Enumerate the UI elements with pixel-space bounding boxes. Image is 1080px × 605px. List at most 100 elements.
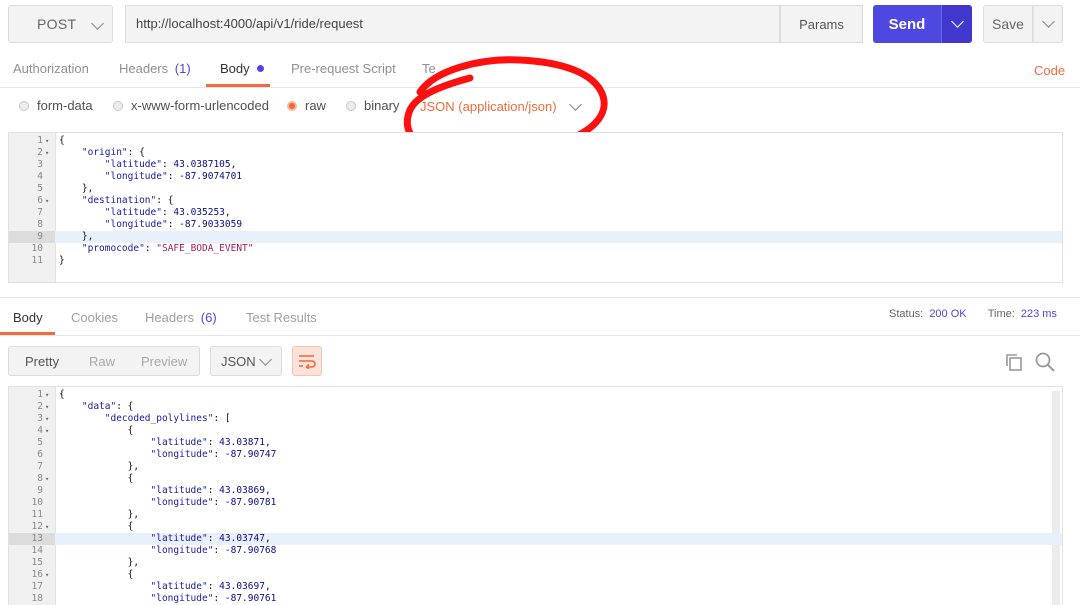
fold-caret-icon[interactable]: ▾ xyxy=(45,521,49,533)
line-number: 13 xyxy=(9,533,55,545)
code-text: { xyxy=(59,425,134,436)
line-number: 7 xyxy=(37,461,43,472)
radio-form-data[interactable]: form-data xyxy=(19,98,93,113)
fold-caret-icon[interactable]: ▾ xyxy=(45,135,49,147)
line-number: 15 xyxy=(31,557,43,568)
tab-test-results[interactable]: Test Results xyxy=(246,310,317,325)
code-line: 4 "longitude": -87.9074701 xyxy=(9,171,1062,183)
code-text: "destination": { xyxy=(81,195,174,206)
code-line: 2 ▾ "origin": { xyxy=(9,147,1062,159)
code-text: "decoded_polylines": [ xyxy=(104,413,231,424)
send-options-button[interactable] xyxy=(941,5,972,43)
line-number: 9 xyxy=(9,231,55,243)
search-icon[interactable] xyxy=(1034,351,1056,373)
code-line: 6 ▾ "destination": { xyxy=(9,195,1062,207)
params-label: Params xyxy=(799,16,844,32)
code-text: { xyxy=(59,135,65,146)
code-text: "longitude": -87.9033059 xyxy=(104,219,243,230)
time-value: 223 ms xyxy=(1020,308,1057,320)
url-input[interactable]: http://localhost:4000/api/v1/ride/reques… xyxy=(125,5,780,43)
method-select[interactable]: POST xyxy=(8,5,113,43)
line-number: 17 xyxy=(31,581,43,592)
code-text: "data": { xyxy=(81,401,134,412)
fold-caret-icon[interactable]: ▾ xyxy=(45,473,49,485)
radio-urlencoded[interactable]: x-www-form-urlencoded xyxy=(113,98,269,113)
code-line: 7 "latitude": 43.035253, xyxy=(9,207,1062,219)
line-number: 3 xyxy=(37,413,43,424)
line-number: 7 xyxy=(37,207,43,218)
code-line: 13 "latitude": 43.03747, xyxy=(9,533,1062,545)
code-line: 3 ▾ "decoded_polylines": [ xyxy=(9,413,1062,425)
copy-icon[interactable] xyxy=(1004,352,1024,372)
chevron-down-icon xyxy=(1041,15,1055,28)
code-line: 4 ▾ { xyxy=(9,425,1062,437)
code-text: }, xyxy=(59,509,140,520)
chevron-down-icon xyxy=(91,17,104,30)
code-line: 17 "latitude": 43.03697, xyxy=(9,581,1062,593)
code-line: 1 ▾ { xyxy=(9,135,1062,147)
view-pretty-button[interactable]: Pretty xyxy=(25,354,59,369)
format-dropdown[interactable]: JSON xyxy=(210,346,282,376)
line-number: 16 xyxy=(31,569,43,580)
line-number: 14 xyxy=(31,545,43,556)
code-text: { xyxy=(59,569,134,580)
tab-authorization[interactable]: Authorization xyxy=(13,61,89,76)
tab-response-headers[interactable]: Headers (6) xyxy=(145,310,217,325)
line-number: 18 xyxy=(31,593,43,604)
code-text: } xyxy=(59,255,65,266)
view-preview-button[interactable]: Preview xyxy=(141,354,187,369)
code-line: 5 }, xyxy=(9,183,1062,195)
line-number: 4 xyxy=(37,171,43,182)
divider xyxy=(0,297,1080,298)
code-text: "promocode": "SAFE_BODA_EVENT" xyxy=(81,243,254,254)
fold-caret-icon[interactable]: ▾ xyxy=(45,413,49,425)
view-raw-button[interactable]: Raw xyxy=(89,354,115,369)
radio-icon xyxy=(346,100,356,111)
chevron-down-icon xyxy=(950,15,964,28)
code-line: 1 ▾ { xyxy=(9,389,1062,401)
headers-count: (1) xyxy=(174,61,191,76)
fold-caret-icon[interactable]: ▾ xyxy=(45,389,49,401)
request-body-editor[interactable]: 1 ▾{2 ▾ "origin": {3 "latitude": 43.038710… xyxy=(8,132,1063,283)
send-label: Send xyxy=(888,15,926,33)
status-label: Status: xyxy=(889,308,924,320)
line-number: 5 xyxy=(37,183,43,194)
tab-response-body[interactable]: Body xyxy=(13,310,43,325)
wrap-lines-button[interactable] xyxy=(292,346,322,376)
code-text: }, xyxy=(59,183,94,194)
status-info: Status: 200 OK Time: 223 ms xyxy=(889,308,1057,320)
save-options-button[interactable] xyxy=(1033,5,1063,43)
params-button[interactable]: Params xyxy=(780,5,863,43)
code-line: 6 "longitude": -87.90747 xyxy=(9,449,1062,461)
modified-dot-icon xyxy=(257,65,265,72)
tab-body-label: Body xyxy=(220,61,250,76)
send-button[interactable]: Send xyxy=(873,5,941,43)
line-number: 6 xyxy=(37,449,43,460)
response-body-viewer[interactable]: 1 ▾{2 ▾ "data": {3 ▾ "decoded_polylines": [… xyxy=(8,386,1063,605)
tab-headers[interactable]: Headers (1) xyxy=(119,61,191,76)
code-line: 3 "latitude": 43.0387105, xyxy=(9,159,1062,171)
fold-caret-icon[interactable]: ▾ xyxy=(45,195,49,207)
code-text: "latitude": 43.0387105, xyxy=(104,159,237,170)
tab-cookies[interactable]: Cookies xyxy=(71,310,118,325)
code-line: 16 ▾ { xyxy=(9,569,1062,581)
radio-binary[interactable]: binary xyxy=(346,98,399,113)
code-line: 12 ▾ { xyxy=(9,521,1062,533)
code-line: 18 "longitude": -87.90761 xyxy=(9,593,1062,605)
fold-caret-icon[interactable]: ▾ xyxy=(45,569,49,581)
save-button[interactable]: Save xyxy=(983,5,1033,43)
method-label: POST xyxy=(37,16,77,32)
code-line: 15 }, xyxy=(9,557,1062,569)
fold-caret-icon[interactable]: ▾ xyxy=(45,147,49,159)
fold-caret-icon[interactable]: ▾ xyxy=(45,401,49,413)
radio-raw[interactable]: raw xyxy=(287,98,326,113)
line-number: 11 xyxy=(31,255,43,266)
code-text: "origin": { xyxy=(81,147,145,158)
code-link[interactable]: Code xyxy=(1034,63,1065,78)
line-number: 5 xyxy=(37,437,43,448)
fold-caret-icon[interactable]: ▾ xyxy=(45,425,49,437)
tab-body[interactable]: Body xyxy=(220,61,265,76)
code-line: 5 "latitude": 43.03871, xyxy=(9,437,1062,449)
radio-raw-label: raw xyxy=(305,98,326,113)
tab-prerequest-script[interactable]: Pre-request Script xyxy=(291,61,396,76)
